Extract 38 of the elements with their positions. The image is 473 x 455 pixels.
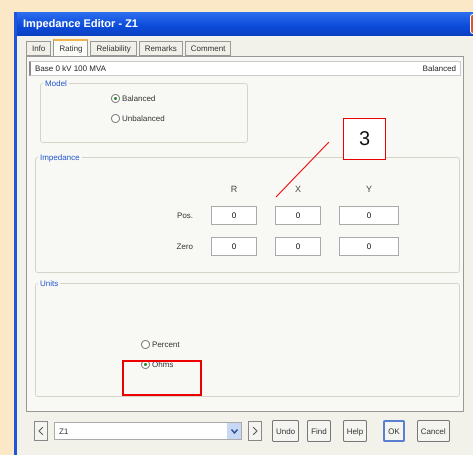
column-header: Y	[364, 184, 373, 194]
tab[interactable]: Remarks	[138, 41, 183, 56]
radio-option[interactable]: Unbalanced	[111, 114, 247, 123]
input-field[interactable]: 0	[275, 206, 321, 225]
callout-label: 3	[343, 118, 386, 160]
tab[interactable]: Rating	[53, 39, 88, 56]
input-field[interactable]: 0	[211, 206, 257, 225]
group-label: Impedance	[39, 153, 81, 162]
option-label: Balanced	[122, 94, 156, 103]
option-label: Ohms	[152, 360, 174, 369]
radio-option[interactable]: Ohms	[141, 360, 459, 369]
dialog-button[interactable]: OK	[383, 420, 405, 442]
input-field[interactable]: 0	[211, 237, 257, 256]
window-title: Impedance Editor - Z1	[23, 18, 138, 30]
column-header: R	[230, 184, 238, 194]
tab[interactable]: Info	[26, 41, 52, 56]
input-field[interactable]: 0	[275, 237, 321, 256]
tab[interactable]: Comment	[184, 41, 232, 56]
radio-option[interactable]: Percent	[141, 340, 459, 349]
dialog-button[interactable]: Cancel	[416, 420, 450, 442]
row-label: Pos.	[176, 211, 193, 220]
tab[interactable]: Reliability	[90, 41, 137, 56]
radio-option[interactable]: Balanced	[111, 94, 247, 103]
column-header: X	[294, 184, 302, 194]
dialog-button[interactable]: Undo	[272, 420, 300, 442]
dialog-button[interactable]: Help	[342, 420, 368, 442]
input-field[interactable]: 0	[339, 206, 399, 225]
dropdown-value: Z1	[59, 426, 68, 436]
option-label: Percent	[152, 340, 180, 349]
option-label: Unbalanced	[122, 114, 165, 123]
mode-text: Balanced	[422, 64, 456, 73]
dialog-button[interactable]: Find	[307, 420, 331, 442]
selector-dropdown[interactable]: Z1	[54, 422, 242, 440]
group-label: Units	[39, 279, 60, 288]
input-field[interactable]: 0	[339, 237, 399, 256]
row-label: Zero	[176, 242, 193, 251]
base-text: Base 0 kV 100 MVA	[35, 64, 106, 73]
group-label: Model	[44, 79, 68, 88]
